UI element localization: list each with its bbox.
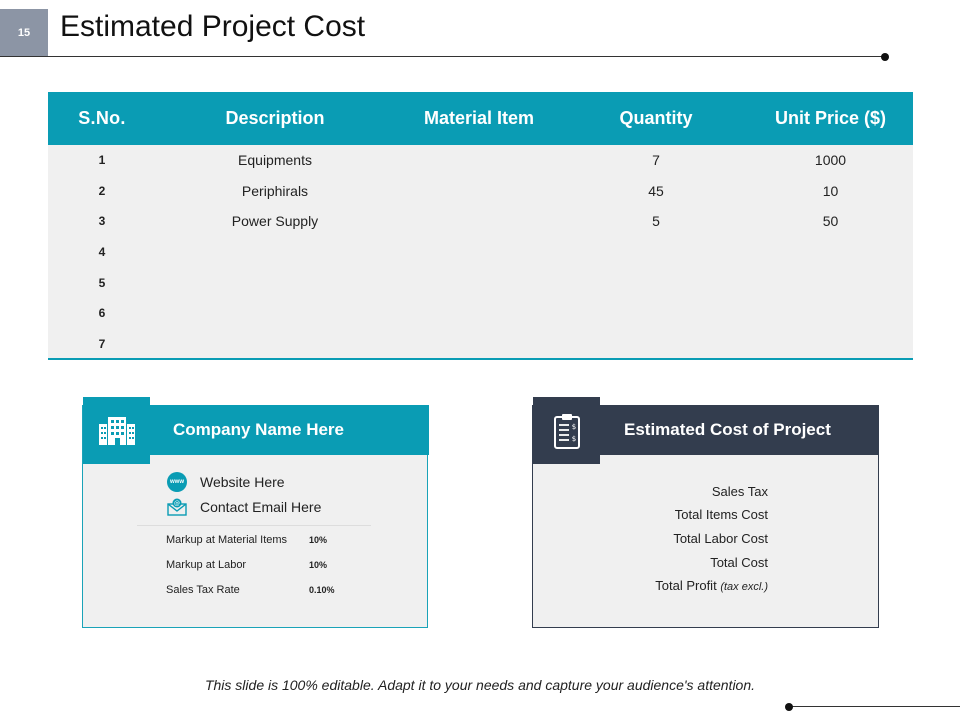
company-icon-box (83, 397, 150, 464)
markup-labor-value: 10% (309, 560, 328, 570)
globe-icon: www (167, 472, 187, 492)
table-body: 1 Equipments 7 1000 2 Periphirals 45 10 … (48, 145, 913, 360)
card-divider (137, 525, 371, 526)
cell-sno: 7 (98, 336, 106, 351)
table-row: 5 (48, 267, 913, 298)
markup-material-value: 10% (309, 535, 328, 545)
page-title: Estimated Project Cost (60, 10, 366, 43)
estimate-heading: Estimated Cost of Project (599, 405, 879, 455)
markup-material-label: Markup at Material Items (166, 534, 288, 546)
cell-sno: 5 (98, 275, 106, 290)
total-items-cost-label: Total Items Cost (674, 507, 768, 522)
cell-description: Periphirals (241, 182, 309, 199)
cell-quantity: 45 (648, 182, 664, 199)
website-label[interactable]: Website Here (200, 474, 285, 490)
sales-tax-rate-value: 0.10% (309, 585, 335, 595)
cell-unit-price: 1000 (814, 152, 847, 169)
building-icon (98, 416, 135, 445)
table-row: 7 (48, 329, 913, 360)
table-row: 1 Equipments 7 1000 (48, 145, 913, 176)
total-profit-label: Total Profit (655, 578, 717, 593)
clipboard-dollar-icon: $ $ (553, 413, 580, 449)
header-material-item: Material Item (423, 108, 535, 128)
cell-sno: 1 (98, 153, 106, 168)
table-row: 6 (48, 298, 913, 329)
cell-unit-price: 10 (822, 182, 839, 199)
total-cost-label: Total Cost (710, 555, 768, 570)
total-profit-row: Total Profit (tax excl.) (655, 578, 768, 593)
website-row: www Website Here (167, 472, 285, 492)
footer-note: This slide is 100% editable. Adapt it to… (204, 677, 756, 693)
footer-divider (790, 706, 960, 707)
cost-table: S.No. Description Material Item Quantity… (48, 92, 913, 360)
cell-quantity: 7 (652, 152, 660, 169)
svg-text:$: $ (571, 435, 575, 443)
company-name-heading: Company Name Here (149, 405, 429, 455)
cell-sno: 3 (98, 214, 106, 229)
estimate-card: $ $ Estimated Cost of Project Sales Tax … (532, 397, 879, 628)
cell-unit-price: 50 (822, 213, 839, 230)
table-row: 4 (48, 237, 913, 268)
markup-labor-label: Markup at Labor (166, 559, 247, 571)
table-row: 3 Power Supply 5 50 (48, 206, 913, 237)
cell-quantity: 5 (652, 213, 660, 230)
total-labor-cost-label: Total Labor Cost (673, 531, 768, 546)
svg-text:@: @ (174, 500, 180, 507)
cell-sno: 2 (98, 183, 106, 198)
envelope-icon: @ (167, 497, 187, 517)
email-row: @ Contact Email Here (167, 497, 321, 517)
svg-text:$: $ (571, 423, 575, 431)
sales-tax-rate-label: Sales Tax Rate (166, 584, 240, 596)
company-card: Company Name Here www Website Here @ Con… (82, 397, 429, 628)
header-unit-price: Unit Price ($) (774, 108, 887, 128)
header-description: Description (225, 108, 325, 128)
table-header: S.No. Description Material Item Quantity… (48, 92, 913, 145)
header-sno: S.No. (78, 108, 126, 128)
title-divider-dot (881, 53, 889, 61)
cell-description: Equipments (238, 152, 312, 169)
header-quantity: Quantity (619, 108, 693, 128)
footer-divider-dot (785, 703, 793, 711)
cell-description: Power Supply (231, 213, 319, 230)
sales-tax-label: Sales Tax (711, 484, 768, 499)
email-label[interactable]: Contact Email Here (200, 499, 321, 515)
estimate-icon-box: $ $ (533, 397, 600, 464)
cell-sno: 4 (98, 245, 106, 260)
slide-number: 15 (0, 9, 48, 57)
title-divider (0, 56, 885, 57)
table-row: 2 Periphirals 45 10 (48, 176, 913, 207)
cell-sno: 6 (98, 306, 106, 321)
total-profit-note: (tax excl.) (720, 581, 768, 593)
